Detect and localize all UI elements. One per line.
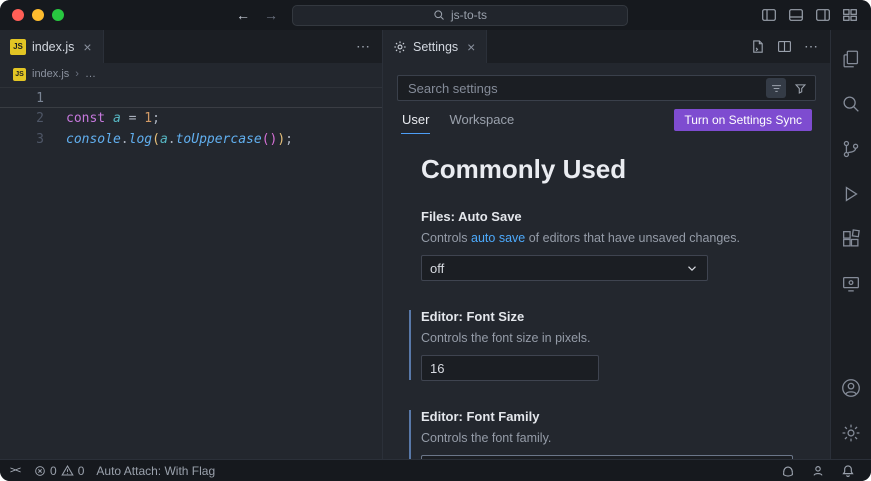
zoom-window-button[interactable] [52, 9, 64, 21]
remote-explorer-icon[interactable] [831, 261, 871, 306]
layout-controls [748, 7, 871, 23]
workbench: JS index.js × ⋯ JS index.js › … 1 [0, 30, 871, 459]
setting-title: Editor: Font Family [421, 409, 810, 424]
more-actions-icon[interactable]: ⋯ [356, 38, 371, 55]
settings-list: Commonly Used Files: Auto Save Controls … [397, 136, 816, 459]
editor-group-right: Settings × ⋯ [383, 30, 830, 459]
toggle-primary-sidebar-icon[interactable] [761, 7, 777, 23]
setting-description: Controls auto save of editors that have … [421, 231, 810, 245]
tab-settings[interactable]: Settings × [383, 30, 487, 63]
chevron-down-icon [685, 261, 699, 275]
toggle-secondary-sidebar-icon[interactable] [815, 7, 831, 23]
copilot-icon[interactable] [775, 464, 801, 478]
customize-layout-icon[interactable] [842, 7, 858, 23]
forward-button[interactable]: → [264, 7, 278, 23]
search-icon [433, 9, 445, 21]
setting-title: Files: Auto Save [421, 209, 810, 224]
line-number[interactable]: 1 [0, 88, 44, 107]
chevron-right-icon: › [75, 68, 79, 80]
breadcrumb[interactable]: JS index.js › … [0, 63, 382, 85]
toggle-panel-icon[interactable] [788, 7, 804, 23]
warning-icon [61, 464, 74, 477]
setting-description: Controls the font family. [421, 431, 810, 445]
setting-description: Controls the font size in pixels. [421, 331, 810, 345]
tab-user-settings[interactable]: User [401, 105, 430, 134]
tab-label: Settings [413, 40, 458, 54]
settings-editor: User Workspace Turn on Settings Sync Com… [383, 63, 830, 459]
javascript-file-icon: JS [10, 39, 26, 55]
setting-files-auto-save: Files: Auto Save Controls auto save of e… [421, 209, 810, 281]
settings-scope-tabs: User Workspace Turn on Settings Sync [397, 101, 816, 136]
open-settings-json-icon[interactable] [750, 39, 765, 54]
search-icon[interactable] [831, 81, 871, 126]
source-control-icon[interactable] [831, 126, 871, 171]
notifications-bell-icon[interactable] [835, 464, 861, 478]
setting-title: Editor: Font Size [421, 309, 810, 324]
auto-save-select[interactable]: off [421, 255, 708, 281]
filter-list-icon[interactable] [766, 78, 786, 98]
auto-save-link[interactable]: auto save [471, 231, 525, 245]
title-bar: ← → js-to-ts [0, 0, 871, 30]
run-and-debug-icon[interactable] [831, 171, 871, 216]
feedback-icon[interactable] [805, 464, 831, 478]
history-nav: ← → [236, 7, 278, 23]
back-button[interactable]: ← [236, 7, 250, 23]
code-line-2[interactable]: 2 const a = 1; [0, 108, 382, 129]
filter-funnel-icon[interactable] [790, 78, 810, 98]
settings-search-input[interactable] [406, 80, 762, 97]
manage-gear-icon[interactable] [831, 410, 871, 455]
font-size-input[interactable] [421, 355, 599, 381]
font-family-input[interactable] [421, 455, 793, 459]
settings-search-box [397, 75, 816, 101]
gear-icon [393, 40, 407, 54]
account-icon[interactable] [831, 365, 871, 410]
breadcrumb-symbol[interactable]: … [85, 68, 96, 80]
breadcrumb-file[interactable]: index.js [32, 68, 69, 80]
tab-workspace-settings[interactable]: Workspace [448, 105, 515, 134]
line-number[interactable]: 2 [0, 108, 44, 129]
tab-bar-left: JS index.js × ⋯ [0, 30, 382, 63]
problems-indicator[interactable]: 0 0 [28, 460, 90, 481]
close-tab-icon[interactable]: × [82, 40, 92, 54]
selected-value: off [430, 261, 444, 276]
command-center-query: js-to-ts [451, 8, 487, 22]
tab-index-js[interactable]: JS index.js × [0, 30, 104, 63]
extensions-icon[interactable] [831, 216, 871, 261]
editor-group-left: JS index.js × ⋯ JS index.js › … 1 [0, 30, 383, 459]
setting-editor-font-family: Editor: Font Family Controls the font fa… [421, 409, 810, 459]
remote-indicator-icon[interactable]: >< [0, 460, 28, 481]
javascript-file-icon: JS [13, 68, 26, 81]
status-bar: >< 0 0 Auto Attach: With Flag [0, 459, 871, 481]
more-actions-icon[interactable]: ⋯ [804, 38, 819, 55]
close-tab-icon[interactable]: × [466, 40, 476, 54]
explorer-icon[interactable] [831, 36, 871, 81]
line-number[interactable]: 3 [0, 129, 44, 150]
setting-editor-font-size: Editor: Font Size Controls the font size… [421, 309, 810, 381]
tab-label: index.js [32, 40, 74, 54]
error-icon [34, 465, 46, 477]
activity-bar [830, 30, 871, 459]
tab-bar-right: Settings × ⋯ [383, 30, 830, 63]
auto-attach-status[interactable]: Auto Attach: With Flag [90, 460, 221, 481]
split-editor-icon[interactable] [777, 39, 792, 54]
command-center-search[interactable]: js-to-ts [292, 5, 628, 26]
minimize-window-button[interactable] [32, 9, 44, 21]
turn-on-settings-sync-button[interactable]: Turn on Settings Sync [674, 109, 812, 131]
settings-section-heading: Commonly Used [421, 154, 810, 185]
vscode-window: ← → js-to-ts [0, 0, 871, 481]
close-window-button[interactable] [12, 9, 24, 21]
macos-window-controls [0, 9, 74, 21]
code-editor[interactable]: 1 2 const a = 1; 3 console.log(a.toUpper… [0, 85, 382, 459]
code-line-1[interactable]: 1 [0, 87, 382, 108]
code-line-3[interactable]: 3 console.log(a.toUppercase()); [0, 129, 382, 150]
